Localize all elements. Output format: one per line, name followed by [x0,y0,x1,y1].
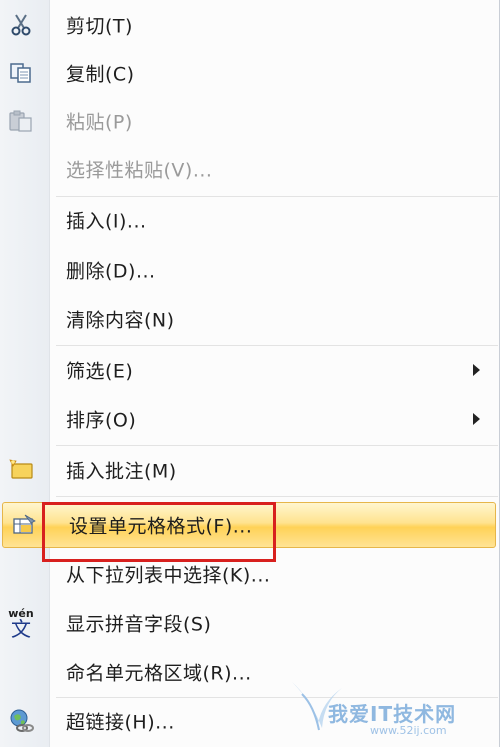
menu-item-label: 显示拼音字段(S) [66,613,212,636]
menu-item-label: 筛选(E) [66,360,134,383]
menu-item-delete[interactable]: 删除(D)... [0,248,498,292]
copy-icon [4,58,38,88]
menu-item-label: 插入(I)... [66,210,147,233]
submenu-arrow-icon [473,413,480,425]
menu-separator [56,445,498,446]
menu-item-label: 选择性粘贴(V)... [66,159,213,182]
format-cells-icon [7,510,41,540]
menu-item-copy[interactable]: 复制(C) [0,51,498,95]
menu-item-label: 排序(O) [66,409,137,432]
menu-item-paste-special[interactable]: 选择性粘贴(V)... [0,147,498,191]
menu-item-label: 超链接(H)... [66,711,175,734]
scissors-icon [4,10,38,40]
paste-icon [4,106,38,136]
context-menu: 剪切(T) 复制(C) 粘贴(P) 选择性粘贴(V)... 插入(I)... 删… [0,0,500,747]
menu-separator [56,697,498,698]
menu-item-label: 剪切(T) [66,15,133,38]
menu-item-hyperlink[interactable]: 超链接(H)... [0,699,498,743]
menu-separator [56,496,498,497]
menu-item-label: 清除内容(N) [66,309,175,332]
menu-separator [56,196,498,197]
menu-item-insert[interactable]: 插入(I)... [0,198,498,242]
menu-item-insert-comment[interactable]: 插入批注(M) [0,448,498,492]
menu-item-label: 从下拉列表中选择(K)... [66,564,271,587]
menu-item-label: 粘贴(P) [66,111,133,134]
insert-comment-icon [4,455,38,485]
menu-item-label: 删除(D)... [66,260,156,283]
phonetic-icon-glyph: 文 [11,616,31,641]
menu-item-show-phonetic[interactable]: wén 文 显示拼音字段(S) [0,601,498,645]
phonetic-icon: wén 文 [4,608,38,641]
menu-item-label: 插入批注(M) [66,460,177,483]
menu-item-cut[interactable]: 剪切(T) [0,3,498,47]
annotation-highlight-box [42,502,276,562]
menu-separator [56,345,498,346]
menu-item-sort[interactable]: 排序(O) [0,397,498,441]
menu-item-clear-contents[interactable]: 清除内容(N) [0,297,498,341]
menu-item-paste[interactable]: 粘贴(P) [0,99,498,143]
menu-item-filter[interactable]: 筛选(E) [0,348,498,392]
hyperlink-icon [4,706,38,736]
menu-item-label: 复制(C) [66,63,135,86]
menu-item-label: 命名单元格区域(R)... [66,662,252,685]
menu-item-define-name[interactable]: 命名单元格区域(R)... [0,650,498,694]
submenu-arrow-icon [473,364,480,376]
